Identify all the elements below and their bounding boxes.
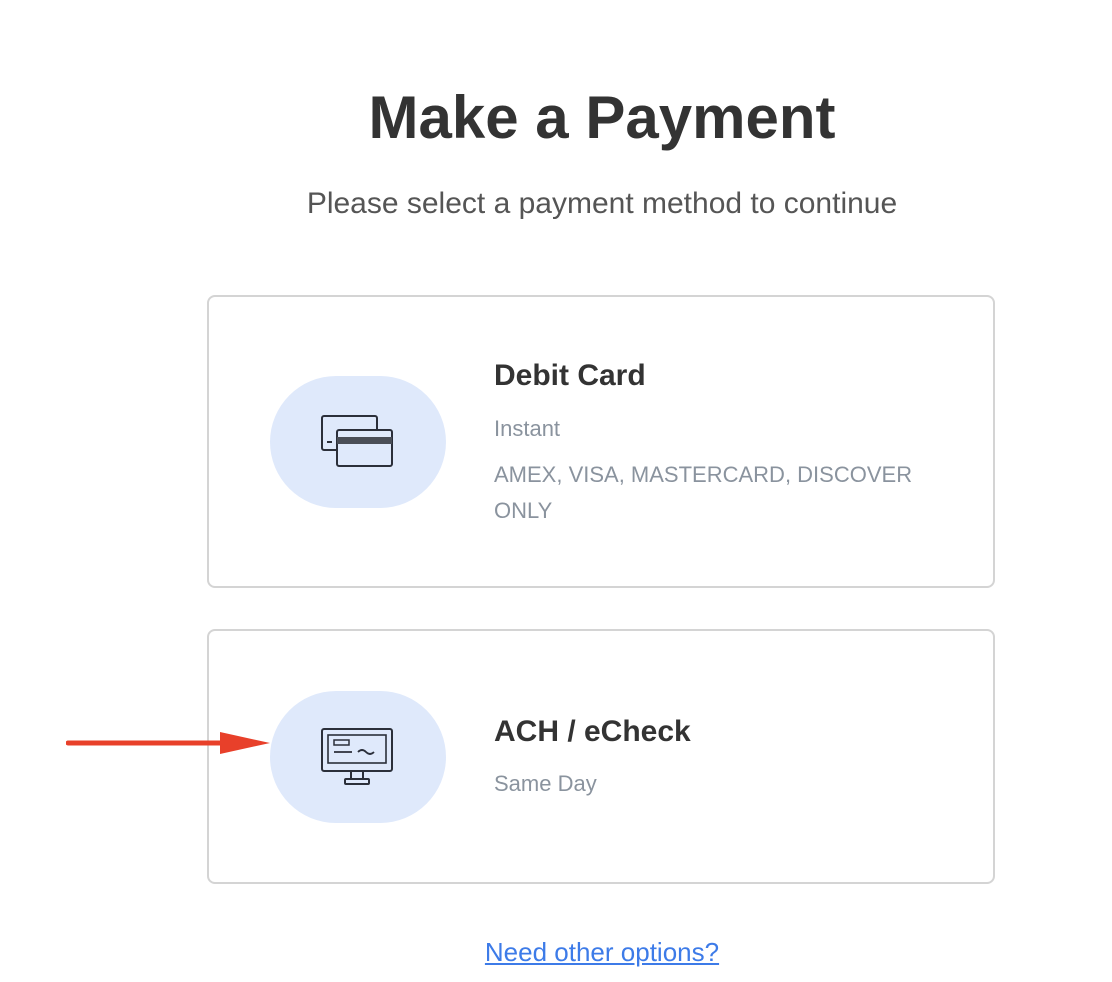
debit-card-icon-badge — [270, 376, 446, 508]
page-subtitle: Please select a payment method to contin… — [306, 187, 898, 220]
ach-echeck-option[interactable]: ACH / eCheck Same Day — [207, 629, 995, 884]
debit-card-title: Debit Card — [494, 359, 646, 392]
monitor-check-icon — [321, 728, 393, 785]
other-options-link-wrapper: Need other options? — [0, 936, 1112, 968]
debit-card-accepted-networks: AMEX, VISA, MASTERCARD, DISCOVER ONLY — [494, 462, 913, 523]
ach-echeck-title: ACH / eCheck — [494, 715, 691, 748]
payment-page: Make a Payment Please select a payment m… — [0, 0, 1112, 982]
page-title: Make a Payment — [368, 84, 836, 151]
credit-cards-icon — [321, 415, 393, 467]
annotation-arrow-icon — [66, 732, 270, 754]
need-other-options-link[interactable]: Need other options? — [485, 937, 719, 967]
ach-icon-badge — [270, 691, 446, 823]
debit-card-speed: Instant — [494, 416, 561, 441]
debit-card-option[interactable]: Debit Card Instant AMEX, VISA, MASTERCAR… — [207, 295, 995, 588]
ach-echeck-speed: Same Day — [494, 771, 597, 796]
